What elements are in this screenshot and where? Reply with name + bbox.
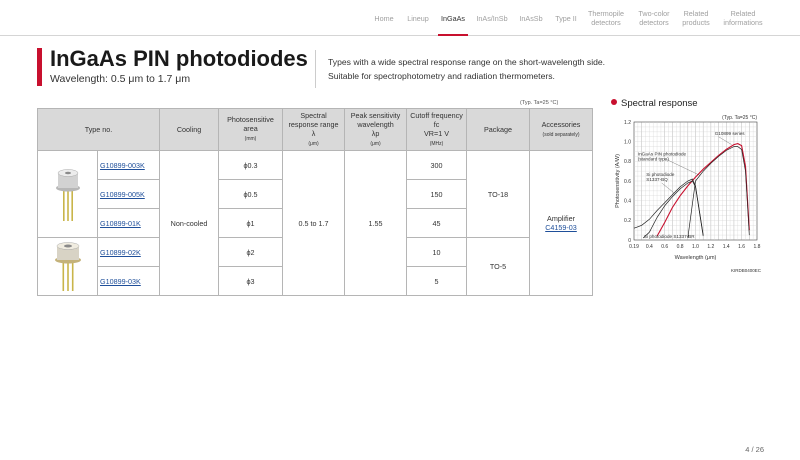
col-accessories: Accessories (sold separately)	[529, 108, 594, 151]
table-row: G10899-003K Non-cooled ϕ0.3 0.5 to 1.7 1…	[37, 150, 594, 296]
y-tick-label: 1.2	[624, 120, 631, 126]
x-tick-label: 1.4	[723, 244, 730, 250]
chart-heading-label: Spectral response	[621, 98, 698, 109]
top-nav: Home Lineup InGaAs InAs/InSb InAsSb Type…	[0, 0, 800, 36]
to18-package-icon	[55, 169, 80, 221]
x-tick-label: 1.8	[754, 244, 761, 250]
x-tick-label: 1.0	[692, 244, 699, 250]
spectral-response-chart: 0.19 0.4 0.6 0.8 1.0 1.2 1.4 1.6 1.8 0 0.2 0.4 0.6 0.…	[615, 115, 762, 273]
y-tick-label: 0.4	[624, 198, 631, 204]
accessory-link[interactable]: C4159-03	[530, 223, 592, 232]
area-cell: ϕ3	[218, 266, 284, 296]
nav-lineup[interactable]: Lineup	[402, 0, 434, 36]
cutoff-cell: 45	[406, 208, 468, 238]
area-cell: ϕ0.3	[218, 150, 284, 180]
col-accessories-label: Accessories	[541, 119, 581, 129]
col-package: Package	[466, 108, 531, 151]
nav-related-informations[interactable]: Related informations	[717, 0, 769, 36]
y-tick-label: 0.8	[624, 159, 631, 165]
nav-type2[interactable]: Type II	[550, 0, 582, 36]
chart-footer-code: KIRDB0400EC	[731, 268, 762, 273]
nav-thermopile[interactable]: Thermopile detectors	[583, 0, 629, 36]
col-cutoff-label: Cutoff frequency fc VR=1 V	[410, 110, 463, 138]
bullet-icon	[611, 99, 617, 105]
col-spectral-label: Spectral response range λ	[288, 110, 339, 138]
peak-wavelength-cell: 1.55	[344, 150, 408, 296]
type-no-link[interactable]: G10899-02K	[100, 248, 141, 257]
type-no-link[interactable]: G10899-003K	[100, 161, 145, 170]
y-tick-label: 0.6	[624, 179, 631, 185]
col-area-unit: (mm)	[244, 136, 257, 142]
x-axis-label: Wavelength (μm)	[675, 255, 717, 261]
type-no-cell[interactable]: G10899-02K	[96, 237, 161, 267]
col-peak-unit: (μm)	[370, 140, 381, 147]
col-cutoff-unit: (MHz)	[429, 140, 444, 147]
page-title: InGaAs PIN photodiodes	[50, 46, 308, 71]
x-tick-label: 1.2	[707, 244, 714, 250]
type-no-link[interactable]: G10899-03K	[100, 277, 141, 286]
page-subtitle: Wavelength: 0.5 μm to 1.7 μm	[50, 73, 191, 85]
col-cutoff: Cutoff frequency fc VR=1 V (MHz)	[406, 108, 468, 151]
x-tick-label: 0.4	[646, 244, 653, 250]
cutoff-cell: 300	[406, 150, 468, 180]
accessory-label: Amplifier	[547, 214, 575, 223]
chart-note: (Typ. Ta=25 °C)	[722, 115, 757, 121]
y-axis-label: Photosensitivity (A/W)	[615, 154, 621, 208]
cutoff-cell: 150	[406, 179, 468, 209]
cooling-cell: Non-cooled	[159, 150, 220, 296]
nav-home[interactable]: Home	[368, 0, 400, 36]
nav-inassb[interactable]: InAsSb	[514, 0, 548, 36]
package-cell: TO-18	[466, 150, 531, 238]
table-condition-note: (Typ. Ta=25 °C)	[520, 100, 559, 106]
type-no-cell[interactable]: G10899-01K	[96, 208, 161, 238]
header-divider	[315, 50, 316, 88]
col-area-label: Photosensitive area	[227, 115, 274, 133]
page-description: Types with a wide spectral response rang…	[328, 56, 605, 83]
accessories-cell: Amplifier C4159-03	[529, 150, 594, 296]
x-tick-label: 1.6	[738, 244, 745, 250]
nav-related-products[interactable]: Related products	[678, 0, 714, 36]
col-spectral-unit: (μm)	[308, 140, 319, 147]
x-tick-label: 0.8	[677, 244, 684, 250]
to5-package-icon	[54, 241, 81, 291]
title-accent-bar	[37, 48, 42, 86]
area-cell: ϕ0.5	[218, 179, 284, 209]
x-tick-label: 0.6	[661, 244, 668, 250]
type-no-cell[interactable]: G10899-003K	[96, 150, 161, 180]
col-accessories-unit: (sold separately)	[542, 131, 580, 138]
type-no-cell[interactable]: G10899-005K	[96, 179, 161, 209]
cutoff-cell: 5	[406, 266, 468, 296]
type-no-link[interactable]: G10899-005K	[100, 190, 145, 199]
product-image-to5	[37, 237, 98, 296]
table-header-row: Type no. Cooling Photosensitive area (mm)…	[36, 108, 594, 151]
description-line: Types with a wide spectral response rang…	[328, 57, 606, 67]
y-tick-label: 0	[628, 238, 631, 244]
annotation-g10899: G10899 series	[715, 131, 746, 136]
page-number: 4 / 26	[745, 445, 764, 454]
nav-ingaas[interactable]: InGaAs	[436, 0, 470, 36]
cutoff-cell: 10	[406, 237, 468, 267]
area-cell: ϕ1	[218, 208, 284, 238]
y-tick-label: 1.0	[624, 139, 631, 145]
col-peak: Peak sensitivity wavelength λp (μm)	[344, 108, 408, 151]
col-peak-label: Peak sensitivity wavelength λp	[350, 110, 401, 138]
col-type-no: Type no.	[36, 108, 161, 151]
chart-heading: Spectral response	[611, 98, 698, 109]
type-no-cell[interactable]: G10899-03K	[96, 266, 161, 296]
package-cell: TO-5	[466, 237, 531, 296]
product-image-to18	[37, 150, 98, 238]
spec-table: Type no. Cooling Photosensitive area (mm)…	[36, 108, 594, 296]
spectral-range-cell: 0.5 to 1.7	[282, 150, 346, 296]
annotation-si-br: Si photodiode S1337-BR	[644, 234, 695, 239]
x-tick-label: 0.19	[629, 244, 639, 250]
area-cell: ϕ2	[218, 237, 284, 267]
y-tick-label: 0.2	[624, 218, 631, 224]
col-spectral: Spectral response range λ (μm)	[282, 108, 346, 151]
col-area: Photosensitive area (mm)	[218, 108, 284, 151]
type-no-link[interactable]: G10899-01K	[100, 219, 141, 228]
nav-inas-insb[interactable]: InAs/InSb	[472, 0, 512, 36]
nav-two-color[interactable]: Two-color detectors	[631, 0, 677, 36]
description-line: Suitable for spectrophotometry and radia…	[328, 70, 555, 81]
col-cooling: Cooling	[159, 108, 220, 151]
